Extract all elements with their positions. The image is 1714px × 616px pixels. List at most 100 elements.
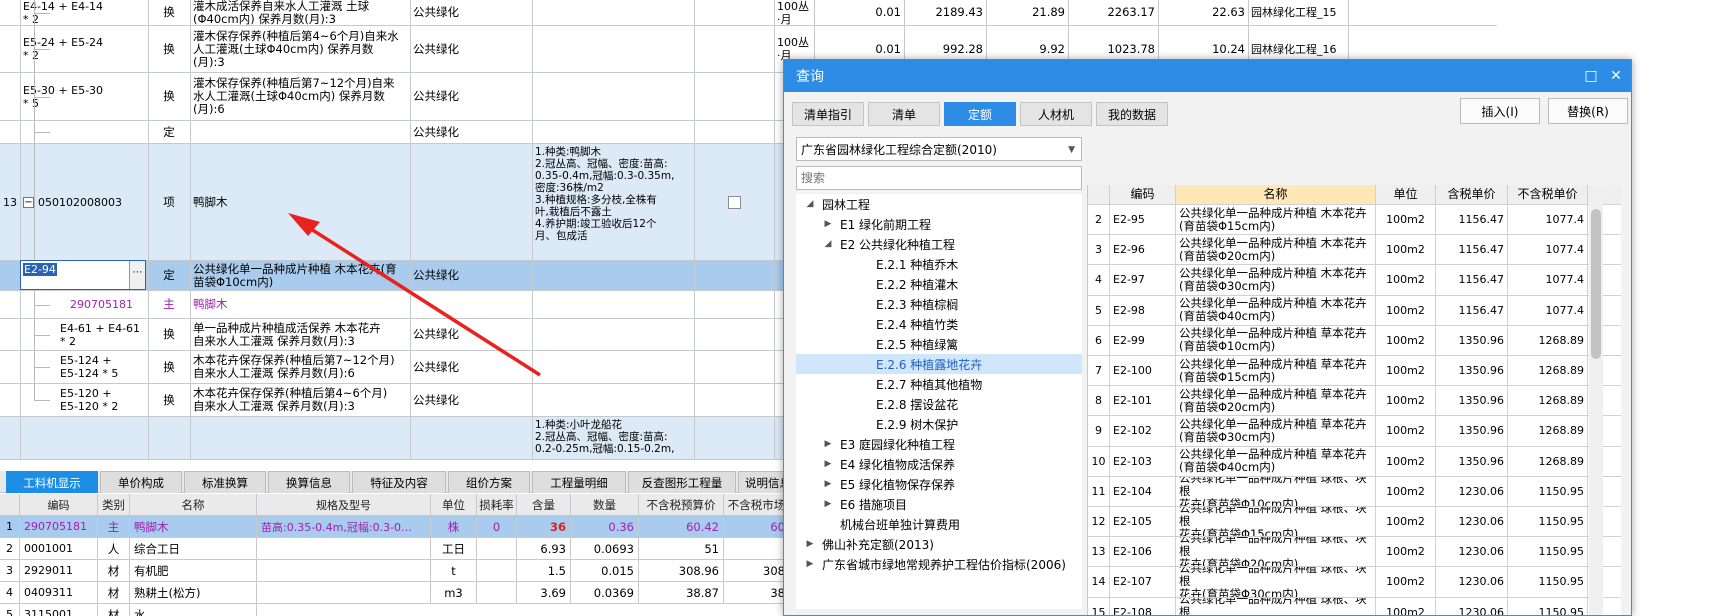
tree-node[interactable]: ▶ 广东省城市绿地常规养护工程估价指标(2006) xyxy=(796,554,1082,574)
table-row[interactable]: 3 2929011 材 有机肥 t 1.5 0.015 308.96 308 xyxy=(0,560,790,582)
grid-cell-notax: 1268.89 xyxy=(1508,325,1588,355)
replace-button[interactable]: 替换(R) xyxy=(1548,98,1628,124)
expand-toggle-icon[interactable]: ◢ xyxy=(804,199,816,209)
tab-quantity-detail[interactable]: 工程量明细 xyxy=(532,471,626,493)
tab-conversion-info[interactable]: 换算信息 xyxy=(268,471,350,493)
tree-node[interactable]: E.2.7 种植其他植物 xyxy=(796,374,1082,394)
collapse-icon[interactable]: − xyxy=(23,196,34,208)
grid-cell-tax: 1350.96 xyxy=(1436,356,1508,386)
grid-row[interactable]: 8 E2-101 公共绿化单一品种成片种植 草本花卉 (育苗袋Φ20cm内) 100m… xyxy=(1088,386,1621,417)
grid-cell-unit: 100m2 xyxy=(1376,476,1436,506)
tree-node[interactable]: E.2.6 种植露地花卉 xyxy=(796,354,1082,374)
tree-node-label: 机械台班单独计算费用 xyxy=(840,517,961,532)
grid-row[interactable]: 5 E2-98 公共绿化单一品种成片种植 木本花卉 (育苗袋Φ40cm内) 100m2… xyxy=(1088,295,1621,326)
table-row[interactable]: 5 3115001 材 水 xyxy=(0,604,790,616)
grid-cell-no: 4 xyxy=(1088,265,1110,295)
insert-button[interactable]: 插入(I) xyxy=(1460,98,1540,124)
table-row[interactable]: 2 0001001 人 综合工日 工日 6.93 0.0693 51 xyxy=(0,538,790,560)
tab-reverse-graphic[interactable]: 反查图形工程量 xyxy=(628,471,736,493)
table-row[interactable]: 1 290705181 主 鸭脚木 苗高:0.35-0.4m,冠幅:0.3-0…… xyxy=(0,516,790,538)
dialog-title-bar[interactable]: 查询 □ ✕ xyxy=(784,60,1631,92)
tree-node[interactable]: E.2.8 摆设盆花 xyxy=(796,394,1082,414)
tab-features[interactable]: 特征及内容 xyxy=(352,471,446,493)
tree-node[interactable]: ▶ E5 绿化植物保存保养 xyxy=(796,474,1082,494)
grid-cell-name: 公共绿化单一品种成片种植 球根、块根 花卉(育苗袋Φ10cm内) xyxy=(1176,476,1376,506)
tree-node[interactable]: ◢ 园林工程 xyxy=(796,194,1082,214)
grid-row[interactable]: 13 E2-106 公共绿化单一品种成片种植 球根、块根 花卉(育苗袋Φ20cm内)… xyxy=(1088,537,1621,568)
table-row[interactable]: E4-14 + E4-14 * 2 换 灌木成活保养自来水人工灌溉 土球 (Φ4… xyxy=(0,0,1497,26)
grid-cell-no: 9 xyxy=(1088,416,1110,446)
code-edit-input[interactable]: E2-94 ⋯ xyxy=(20,260,146,290)
tab-quota[interactable]: 定额 xyxy=(944,102,1016,126)
tree-node-label: E.2.7 种植其他植物 xyxy=(876,377,983,392)
grid-row[interactable]: 14 E2-107 公共绿化单一品种成片种植 球根、块根 花卉(育苗袋Φ30cm内)… xyxy=(1088,567,1621,598)
expand-toggle-icon[interactable]: ▶ xyxy=(804,539,816,549)
expand-toggle-icon[interactable]: ▶ xyxy=(822,219,834,229)
tab-my-data[interactable]: 我的数据 xyxy=(1096,102,1168,126)
tree-node[interactable]: ◢ E2 公共绿化种植工程 xyxy=(796,234,1082,254)
scrollbar-thumb[interactable] xyxy=(1591,209,1601,359)
grid-cell-tax: 1156.47 xyxy=(1436,265,1508,295)
grid-cell-no: 3 xyxy=(1088,235,1110,265)
tree-node[interactable]: ▶ E3 庭园绿化种植工程 xyxy=(796,434,1082,454)
quota-library-select[interactable]: 广东省园林绿化工程综合定额(2010) ▼ xyxy=(796,137,1082,161)
grid-cell-notax: 1150.95 xyxy=(1508,597,1588,615)
tree-node[interactable]: ▶ E6 措施项目 xyxy=(796,494,1082,514)
expand-toggle-icon[interactable]: ▶ xyxy=(822,439,834,449)
expand-toggle-icon[interactable]: ▶ xyxy=(822,459,834,469)
close-icon[interactable]: ✕ xyxy=(1606,66,1626,86)
tab-material-display[interactable]: 工料机显示 xyxy=(6,471,98,493)
row-checkbox[interactable] xyxy=(727,195,741,209)
table-row[interactable]: 4 0409311 材 熟耕土(松方) m3 3.69 0.0369 38.87… xyxy=(0,582,790,604)
grid-row[interactable]: 15E2-108公共绿化单一品种成片种植 球根、块根 花卉(育苗袋Φ40cm内)… xyxy=(1088,597,1621,615)
grid-row[interactable]: 7 E2-100 公共绿化单一品种成片种植 草本花卉 (育苗袋Φ15cm内) 100m… xyxy=(1088,356,1621,387)
tree-node[interactable]: E.2.3 种植棕榈 xyxy=(796,294,1082,314)
grid-cell-notax: 1268.89 xyxy=(1508,386,1588,416)
tree-node[interactable]: E.2.4 种植竹类 xyxy=(796,314,1082,334)
quota-grid: 编码 名称 单位 含税单价 不含税单价 2 E2-95 公共绿化单一品种成片种植 木… xyxy=(1087,185,1621,615)
grid-row[interactable]: 9 E2-102 公共绿化单一品种成片种植 草本花卉 (育苗袋Φ30cm内) 100m… xyxy=(1088,416,1621,447)
tab-labor-material[interactable]: 人材机 xyxy=(1020,102,1092,126)
tab-unit-price[interactable]: 单价构成 xyxy=(100,471,182,493)
search-input[interactable] xyxy=(796,166,1082,190)
expand-toggle-icon[interactable]: ▶ xyxy=(822,499,834,509)
tree-node[interactable]: E.2.5 种植绿篱 xyxy=(796,334,1082,354)
grid-row[interactable]: 10 E2-103 公共绿化单一品种成片种植 草本花卉 (育苗袋Φ40cm内) 100… xyxy=(1088,446,1621,477)
grid-cell-tax: 1230.06 xyxy=(1436,507,1508,537)
grid-cell-unit: 100m2 xyxy=(1376,265,1436,295)
tab-standard-conversion[interactable]: 标准换算 xyxy=(184,471,266,493)
grid-cell-tax: 1230.06 xyxy=(1436,537,1508,567)
tree-node[interactable]: ▶ E1 绿化前期工程 xyxy=(796,214,1082,234)
tree-node[interactable]: 机械台班单独计算费用 xyxy=(796,514,1082,534)
grid-cell-unit: 100m2 xyxy=(1376,507,1436,537)
maximize-icon[interactable]: □ xyxy=(1581,66,1601,86)
grid-row[interactable]: 3 E2-96 公共绿化单一品种成片种植 木本花卉 (育苗袋Φ20cm内) 100m2… xyxy=(1088,235,1621,266)
grid-row[interactable]: 4 E2-97 公共绿化单一品种成片种植 木本花卉 (育苗袋Φ30cm内) 100m2… xyxy=(1088,265,1621,296)
tree-node-label: 广东省城市绿地常规养护工程估价指标(2006) xyxy=(822,557,1066,572)
tree-node[interactable]: E.2.9 树木保护 xyxy=(796,414,1082,434)
tree-node[interactable]: E.2.2 种植灌木 xyxy=(796,274,1082,294)
tab-list-guide[interactable]: 清单指引 xyxy=(792,102,864,126)
grid-cell-code: E2-102 xyxy=(1110,416,1176,446)
grid-row[interactable]: 6 E2-99 公共绿化单一品种成片种植 草本花卉 (育苗袋Φ10cm内) 100m2… xyxy=(1088,325,1621,356)
expand-toggle-icon[interactable]: ▶ xyxy=(804,559,816,569)
grid-row[interactable]: 11 E2-104 公共绿化单一品种成片种植 球根、块根 花卉(育苗袋Φ10cm内)… xyxy=(1088,476,1621,507)
vertical-scrollbar[interactable] xyxy=(1589,185,1603,615)
ellipsis-button[interactable]: ⋯ xyxy=(129,261,145,289)
grid-row[interactable]: 12 E2-105 公共绿化单一品种成片种植 球根、块根 花卉(育苗袋Φ15cm内)… xyxy=(1088,507,1621,538)
tree-node[interactable]: ▶ E4 绿化植物成活保养 xyxy=(796,454,1082,474)
tab-list[interactable]: 清单 xyxy=(868,102,940,126)
grid-cell-notax: 1150.95 xyxy=(1508,507,1588,537)
grid-cell-tax: 1350.96 xyxy=(1436,446,1508,476)
quota-tree: ◢ 园林工程 ▶ E1 绿化前期工程 ◢ E2 公共绿化种植工程 E.2.1 种植乔木 E.2… xyxy=(796,194,1082,609)
tree-node[interactable]: E.2.1 种植乔木 xyxy=(796,254,1082,274)
grid-row[interactable]: 2 E2-95 公共绿化单一品种成片种植 木本花卉 (育苗袋Φ15cm内) 100m2… xyxy=(1088,205,1621,236)
expand-toggle-icon[interactable]: ◢ xyxy=(822,239,834,249)
tree-node[interactable]: ▶ 佛山补充定额(2013) xyxy=(796,534,1082,554)
grid-cell-name: 公共绿化单一品种成片种植 草本花卉 (育苗袋Φ40cm内) xyxy=(1176,446,1376,476)
grid-cell-notax: 1077.4 xyxy=(1508,265,1588,295)
grid-cell-tax: 1230.06 xyxy=(1436,476,1508,506)
grid-cell-unit: 100m2 xyxy=(1376,597,1436,615)
tab-pricing-scheme[interactable]: 组价方案 xyxy=(448,471,530,493)
expand-toggle-icon[interactable]: ▶ xyxy=(822,479,834,489)
